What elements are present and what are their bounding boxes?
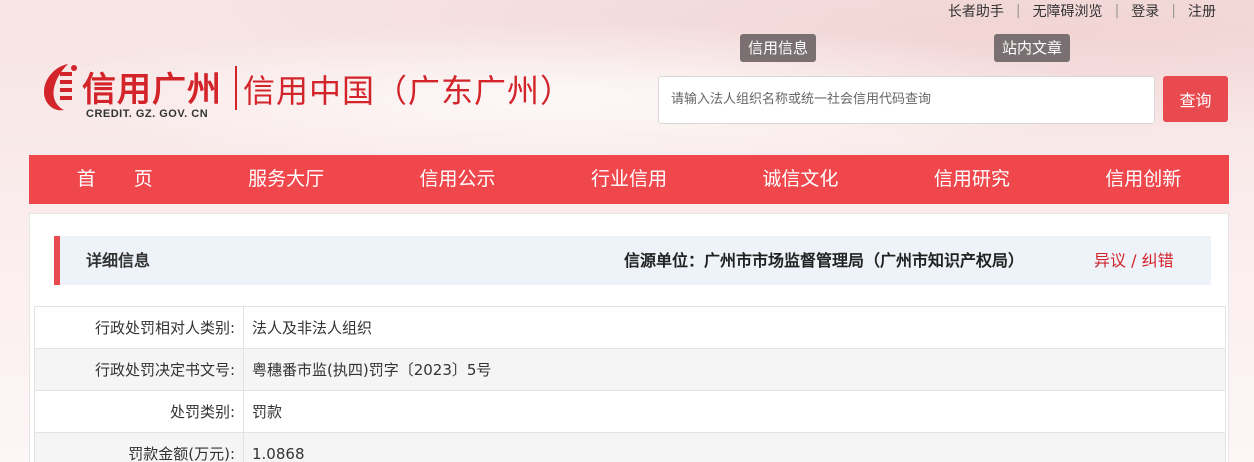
main-nav: 首 页 服务大厅 信用公示 行业信用 诚信文化 信用研究 信用创新 [29, 155, 1229, 204]
elderly-assistant-link[interactable]: 长者助手 [936, 1, 1016, 21]
logo-english-name: CREDIT. GZ. GOV. CN [86, 108, 209, 120]
search-button[interactable]: 查询 [1163, 76, 1228, 122]
table-row: 行政处罚决定书文号: 粤穗番市监(执四)罚字〔2023〕5号 [34, 348, 1226, 391]
tab-site-articles[interactable]: 站内文章 [994, 34, 1071, 62]
detail-panel: 详细信息 信源单位：广州市市场监督管理局（广州市知识产权局） 异议 / 纠错 行… [29, 213, 1229, 462]
objection-correction-link[interactable]: 异议 / 纠错 [1094, 236, 1174, 285]
accessibility-link[interactable]: 无障碍浏览 [1021, 1, 1115, 21]
nav-item-service-hall[interactable]: 服务大厅 [200, 155, 371, 204]
search-tabs: 信用信息 站内文章 [740, 34, 1080, 64]
credit-logo-icon [44, 64, 77, 111]
table-row: 行政处罚相对人类别: 法人及非法人组织 [34, 306, 1226, 349]
nav-item-industry-credit[interactable]: 行业信用 [543, 155, 714, 204]
detail-table: 行政处罚相对人类别: 法人及非法人组织 行政处罚决定书文号: 粤穗番市监(执四)… [34, 306, 1226, 462]
nav-item-credit-disclosure[interactable]: 信用公示 [372, 155, 543, 204]
nav-item-home[interactable]: 首 页 [29, 155, 200, 204]
row-value: 1.0868 [243, 432, 1226, 462]
nav-item-credit-research[interactable]: 信用研究 [886, 155, 1057, 204]
source-unit: 信源单位：广州市市场监督管理局（广州市知识产权局） [624, 251, 1025, 270]
site-name: 信用中国（广东广州） [243, 72, 574, 110]
top-links: 长者助手 | 无障碍浏览 | 登录 | 注册 [936, 0, 1228, 22]
search-input[interactable]: 请输入法人组织名称或统一社会信用代码查询 [658, 76, 1155, 124]
table-row: 罚款金额(万元): 1.0868 [34, 432, 1226, 462]
tab-credit-info[interactable]: 信用信息 [740, 34, 817, 62]
row-label: 罚款金额(万元): [34, 432, 244, 462]
site-logo[interactable]: 信用广州 CREDIT. GZ. GOV. CN 信用中国（广东广州） [38, 56, 572, 126]
row-label: 处罚类别: [34, 390, 244, 433]
nav-item-credit-innovation[interactable]: 信用创新 [1058, 155, 1229, 204]
row-label: 行政处罚决定书文号: [34, 348, 244, 391]
register-link[interactable]: 注册 [1176, 1, 1228, 21]
row-value: 罚款 [243, 390, 1226, 433]
table-row: 处罚类别: 罚款 [34, 390, 1226, 433]
row-value: 法人及非法人组织 [243, 306, 1226, 349]
row-value: 粤穗番市监(执四)罚字〔2023〕5号 [243, 348, 1226, 391]
nav-item-integrity-culture[interactable]: 诚信文化 [715, 155, 886, 204]
detail-title: 详细信息 [86, 251, 151, 270]
row-label: 行政处罚相对人类别: [34, 306, 244, 349]
detail-header-bar: 详细信息 信源单位：广州市市场监督管理局（广州市知识产权局） 异议 / 纠错 [54, 236, 1211, 285]
logo-chinese-name: 信用广州 [82, 70, 222, 110]
logo-divider [235, 66, 237, 110]
login-link[interactable]: 登录 [1119, 1, 1171, 21]
